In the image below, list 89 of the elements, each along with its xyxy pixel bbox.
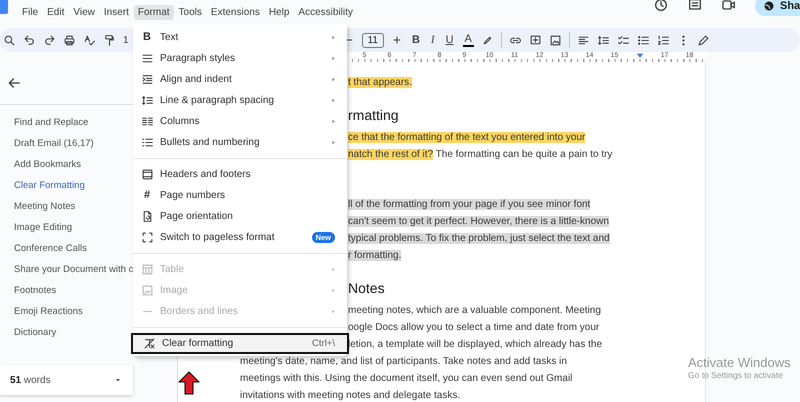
outline-item[interactable]: Add Bookmarks bbox=[0, 154, 133, 175]
menu-item[interactable]: File bbox=[18, 5, 42, 20]
submenu-arrow-icon bbox=[330, 287, 337, 294]
outline-item[interactable]: Emoji Reactions bbox=[0, 301, 133, 322]
clear-format-icon bbox=[142, 337, 156, 350]
bulleted-list-icon[interactable] bbox=[636, 34, 650, 46]
menu-option[interactable]: Paragraph styles bbox=[133, 48, 347, 69]
submenu-arrow-icon bbox=[330, 308, 337, 315]
submenu-arrow-icon bbox=[330, 118, 337, 125]
menu-option[interactable]: Clear formatting Ctrl+\ bbox=[131, 333, 349, 354]
numbered-list-icon[interactable] bbox=[656, 34, 670, 46]
bold-button[interactable]: B bbox=[410, 34, 422, 46]
image-icon bbox=[140, 284, 154, 297]
zoom-selector[interactable]: 1 bbox=[123, 34, 129, 46]
body-text-line: meetings with this. Using the document itself, you can even send out Gmail bbox=[240, 372, 572, 386]
lines-icon bbox=[140, 52, 154, 65]
dashed-frame-icon bbox=[140, 231, 154, 244]
menu-item[interactable]: Format bbox=[134, 5, 174, 20]
outline-item[interactable]: Footnotes bbox=[0, 280, 133, 301]
paint-roller-icon[interactable] bbox=[103, 34, 116, 46]
activation-hint: Go to Settings to activate bbox=[688, 370, 784, 380]
text-color-button[interactable]: A bbox=[462, 34, 474, 46]
underline-button[interactable]: U bbox=[444, 34, 456, 46]
outline-item[interactable]: Image Editing bbox=[0, 217, 133, 238]
menu-option[interactable]: Bullets and numbering bbox=[133, 132, 347, 153]
history-icon[interactable] bbox=[653, 0, 669, 13]
table-icon bbox=[140, 263, 154, 276]
menu-option[interactable]: # Page numbers bbox=[133, 185, 347, 206]
word-count-selector[interactable]: 51 words bbox=[0, 365, 133, 395]
submenu-arrow-icon bbox=[330, 34, 337, 41]
font-size-field[interactable]: 11 bbox=[362, 32, 384, 48]
menu-option[interactable]: B Text bbox=[133, 27, 347, 48]
spellcheck-icon[interactable] bbox=[83, 34, 96, 46]
outline-item[interactable]: Dictionary bbox=[0, 322, 133, 343]
line-spacing-icon bbox=[140, 94, 154, 107]
activation-title: Activate Windows bbox=[688, 355, 791, 370]
menu-item[interactable]: Edit bbox=[43, 5, 68, 20]
image-icon[interactable] bbox=[548, 34, 562, 46]
menu-item[interactable]: Insert bbox=[100, 5, 133, 20]
submenu-arrow-icon bbox=[330, 97, 337, 104]
bulleted-list-icon bbox=[140, 136, 154, 149]
redo-icon[interactable] bbox=[43, 34, 56, 46]
body-text-line: natch the rest of it? The formatting can be quite a pain to try bbox=[348, 148, 612, 162]
pencil-icon[interactable] bbox=[696, 34, 710, 46]
print-icon[interactable] bbox=[63, 34, 76, 46]
outline-item[interactable]: Meeting Notes bbox=[0, 196, 133, 217]
line-spacing-icon[interactable] bbox=[596, 34, 610, 46]
outline-item[interactable]: Conference Calls bbox=[0, 238, 133, 259]
menu-item[interactable]: Help bbox=[264, 5, 294, 20]
format-glyph-icon: # bbox=[144, 189, 150, 202]
italic-button[interactable]: I bbox=[428, 34, 437, 46]
body-text-line: oogle Docs allow you to select a time and date from your bbox=[348, 321, 600, 335]
submenu-arrow-icon bbox=[330, 139, 337, 146]
indent-icon bbox=[140, 73, 154, 86]
undo-icon[interactable] bbox=[23, 34, 36, 46]
highlighter-icon[interactable] bbox=[480, 34, 494, 46]
menu-item[interactable]: View bbox=[69, 5, 99, 20]
submenu-arrow-icon bbox=[330, 76, 337, 83]
menu-option[interactable]: Line & paragraph spacing bbox=[133, 90, 347, 111]
search-icon[interactable] bbox=[3, 34, 16, 46]
body-text-line: invitations with meeting notes and delegate tasks. bbox=[240, 389, 460, 402]
menu-item[interactable]: Accessibility bbox=[294, 5, 357, 20]
outline-item[interactable]: Find and Replace bbox=[0, 112, 133, 133]
format-glyph-icon: B bbox=[143, 31, 151, 44]
page-rotate-icon bbox=[140, 210, 154, 223]
menu-option[interactable]: Columns bbox=[133, 111, 347, 132]
checklist-icon[interactable] bbox=[616, 34, 630, 46]
body-text-line: meeting's date, name, and list of participants. Take notes and add tasks in bbox=[240, 355, 567, 369]
section-heading: Notes bbox=[348, 279, 385, 298]
submenu-arrow-icon bbox=[330, 266, 337, 273]
outline-item[interactable]: Draft Email (16,17) bbox=[0, 133, 133, 154]
menu-option[interactable]: Align and indent bbox=[133, 69, 347, 90]
add-comment-icon[interactable] bbox=[528, 34, 542, 46]
menu-option[interactable]: Page orientation bbox=[133, 206, 347, 227]
columns-icon bbox=[140, 115, 154, 128]
globe-icon bbox=[763, 0, 775, 12]
align-left-icon[interactable] bbox=[576, 34, 590, 46]
body-text-line: meeting notes, which are a valuable component. Meeting bbox=[348, 304, 601, 318]
plus-icon[interactable] bbox=[390, 34, 403, 46]
share-button[interactable]: Sha bbox=[755, 0, 800, 16]
section-heading: rmatting bbox=[348, 106, 399, 125]
outline-item[interactable]: Clear Formatting bbox=[0, 175, 133, 196]
menu-item[interactable]: Extensions bbox=[206, 5, 264, 20]
submenu-arrow-icon bbox=[330, 55, 337, 62]
menu-item[interactable]: Tools bbox=[174, 5, 206, 20]
header-footer-icon bbox=[140, 168, 154, 181]
outline-item[interactable]: Share your Document with c bbox=[0, 259, 133, 280]
menu-option[interactable]: Headers and footers bbox=[133, 164, 347, 185]
shortcut-label: Ctrl+\ bbox=[312, 338, 335, 349]
